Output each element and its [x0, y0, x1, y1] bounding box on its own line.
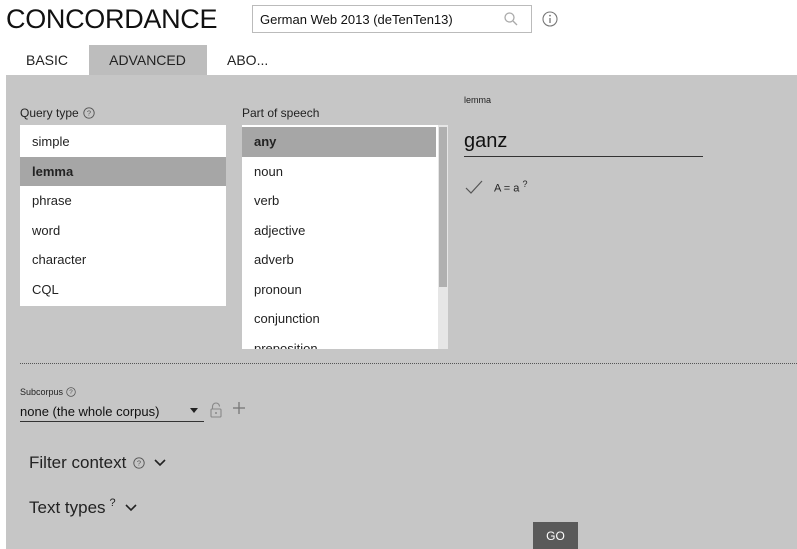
checkmark-icon — [465, 180, 483, 194]
mode-tabs: BASIC ADVANCED ABO... — [6, 45, 288, 75]
pos-option-adverb[interactable]: adverb — [242, 245, 436, 275]
query-type-option-character[interactable]: character — [20, 245, 226, 275]
subcorpus-label: Subcorpus — [20, 387, 64, 397]
plus-icon[interactable] — [232, 400, 246, 416]
pos-scrollbar-thumb[interactable] — [439, 127, 447, 287]
corpus-select-value: German Web 2013 (deTenTen13) — [260, 11, 453, 27]
help-icon[interactable]: ? — [66, 387, 76, 397]
go-button[interactable]: GO — [533, 522, 578, 549]
tab-advanced[interactable]: ADVANCED — [89, 45, 207, 75]
help-icon[interactable]: ? — [133, 457, 145, 469]
svg-text:?: ? — [69, 389, 73, 396]
pos-option-preposition[interactable]: preposition — [242, 334, 436, 349]
pos-list: any noun verb adjective adverb pronoun c… — [242, 125, 448, 349]
text-types-help[interactable]: ? — [110, 497, 116, 509]
subcorpus-label-wrap: Subcorpus ? — [20, 387, 76, 397]
chevron-down-icon — [125, 504, 137, 512]
filter-context-toggle[interactable]: Filter context ? — [29, 453, 167, 473]
pos-label: Part of speech — [242, 106, 320, 120]
svg-text:?: ? — [87, 109, 91, 118]
case-label-wrap: A = a ? — [494, 179, 527, 195]
help-icon[interactable]: ? — [83, 107, 95, 119]
pos-option-noun[interactable]: noun — [242, 157, 436, 187]
case-label: A = a — [494, 182, 520, 195]
pos-option-conjunction[interactable]: conjunction — [242, 304, 436, 334]
query-type-option-cql[interactable]: CQL — [20, 275, 226, 305]
pos-option-pronoun[interactable]: pronoun — [242, 275, 436, 305]
query-type-list: simple lemma phrase word character CQL — [20, 125, 226, 306]
subcorpus-select-value: none (the whole corpus) — [20, 404, 160, 419]
query-type-option-phrase[interactable]: phrase — [20, 186, 226, 216]
info-icon[interactable] — [542, 11, 558, 27]
query-type-option-word[interactable]: word — [20, 216, 226, 246]
section-divider — [20, 363, 797, 364]
caret-down-icon — [190, 408, 198, 413]
case-insensitive-toggle[interactable]: A = a ? — [464, 179, 527, 195]
search-icon[interactable] — [503, 11, 519, 27]
tab-about[interactable]: ABO... — [207, 45, 288, 75]
pos-option-adjective[interactable]: adjective — [242, 216, 436, 246]
pos-option-verb[interactable]: verb — [242, 186, 436, 216]
lemma-input[interactable] — [464, 127, 703, 157]
filter-context-label: Filter context — [29, 453, 127, 472]
lock-icon[interactable] — [209, 401, 223, 419]
svg-text:?: ? — [137, 459, 141, 468]
pos-option-any[interactable]: any — [242, 127, 436, 157]
chevron-down-icon — [154, 459, 166, 467]
query-type-label: Query type — [20, 106, 79, 120]
corpus-select[interactable]: German Web 2013 (deTenTen13) — [252, 5, 532, 33]
query-type-option-lemma[interactable]: lemma — [20, 156, 226, 186]
case-help[interactable]: ? — [522, 179, 527, 189]
query-type-option-simple[interactable]: simple — [20, 127, 226, 157]
app-title: CONCORDANCE — [6, 4, 218, 34]
subcorpus-select[interactable]: none (the whole corpus) — [20, 402, 204, 422]
lemma-label: lemma — [464, 95, 492, 105]
advanced-panel: Query type ? simple lemma phrase word ch… — [6, 75, 797, 549]
text-types-toggle[interactable]: Text types ? — [29, 497, 138, 518]
pos-scrollbar[interactable] — [438, 125, 448, 349]
tab-basic[interactable]: BASIC — [6, 45, 89, 75]
text-types-label: Text types — [29, 498, 106, 517]
query-type-label-wrap: Query type ? — [20, 106, 95, 120]
